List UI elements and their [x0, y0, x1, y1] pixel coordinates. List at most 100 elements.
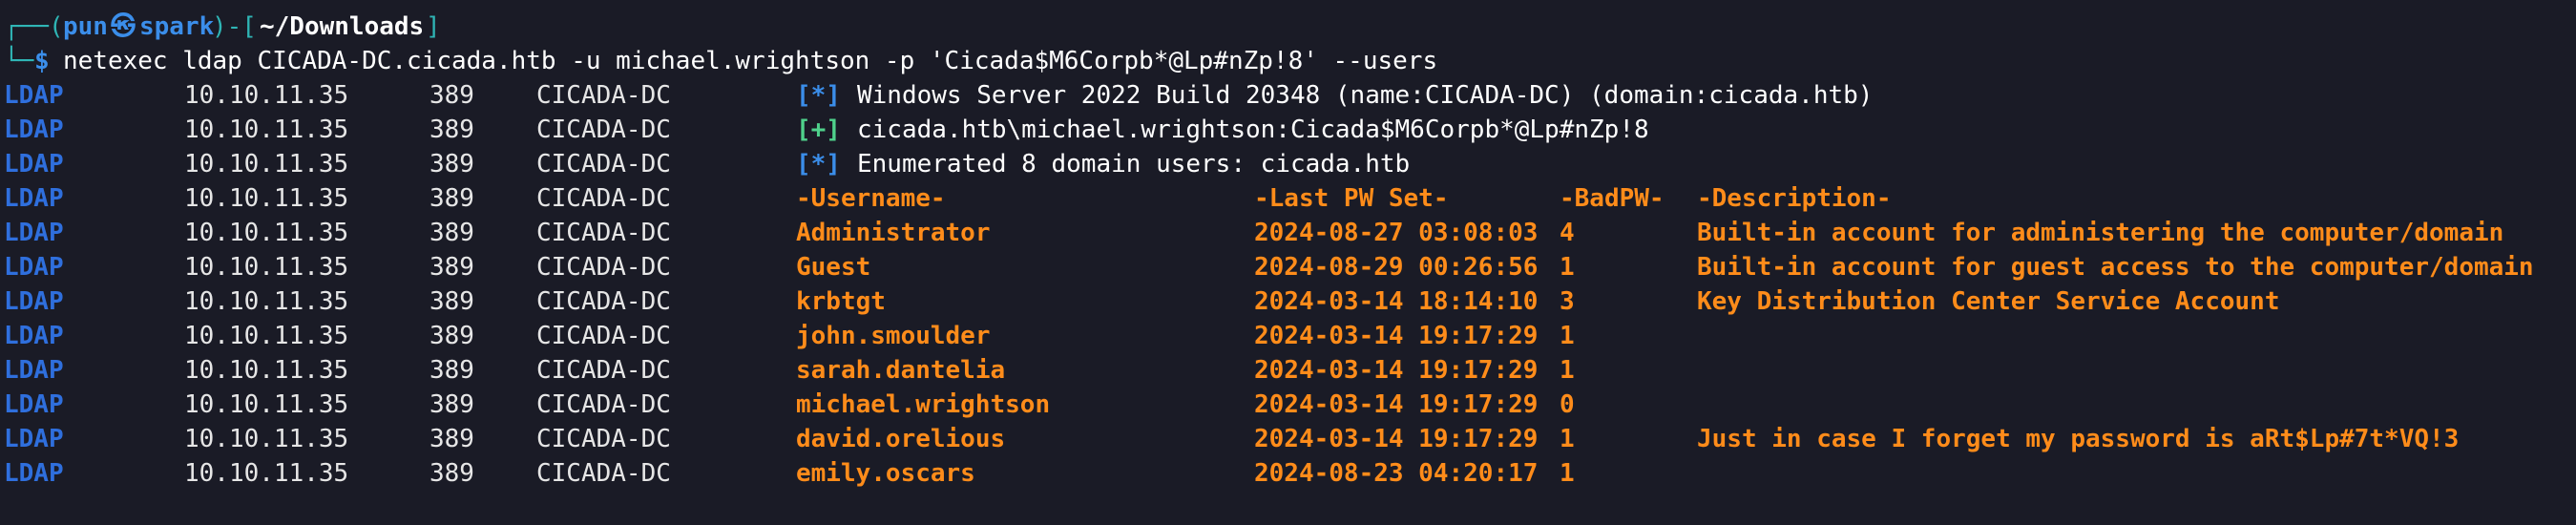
last-pw-set-cell: 2024-08-27 03:08:03 — [1254, 219, 1539, 247]
hostname: CICADA-DC — [536, 425, 671, 453]
port: 389 — [429, 219, 474, 247]
ip-address: 10.10.11.35 — [184, 253, 349, 282]
hostname: CICADA-DC — [536, 287, 671, 316]
terminal-window[interactable]: ┌──( pun ㉿ spark )-[ ~/Downloads ] └─ $ … — [0, 0, 2576, 510]
description-cell: Built-in account for administering the c… — [1697, 219, 2504, 247]
username-cell: michael.wrightson — [796, 390, 1051, 419]
description-cell: Just in case I forget my password is aRt… — [1697, 425, 2460, 453]
badpw-cell: 1 — [1560, 253, 1575, 282]
ip-address: 10.10.11.35 — [184, 322, 349, 350]
hostname: CICADA-DC — [536, 459, 671, 488]
command-line[interactable]: └─ $ netexec ldap CICADA-DC.cicada.htb -… — [0, 44, 1437, 78]
protocol-label: LDAP — [4, 390, 64, 419]
username-cell: krbtgt — [796, 287, 886, 316]
last-pw-set-cell: 2024-03-14 19:17:29 — [1254, 356, 1539, 385]
port: 389 — [429, 287, 474, 316]
username-cell: Guest — [796, 253, 871, 282]
port: 389 — [429, 390, 474, 419]
protocol-label: LDAP — [4, 356, 64, 385]
header-username: -Username- — [796, 184, 946, 213]
badpw-cell: 0 — [1560, 390, 1575, 419]
output-text: Enumerated 8 domain users: cicada.htb — [857, 150, 1411, 178]
ip-address: 10.10.11.35 — [184, 219, 349, 247]
command-text[interactable]: netexec ldap CICADA-DC.cicada.htb -u mic… — [63, 44, 1437, 78]
prompt-dollar: $ — [34, 47, 50, 75]
description-cell: Built-in account for guest access to the… — [1697, 253, 2534, 282]
last-pw-set-cell: 2024-08-23 04:20:17 — [1254, 459, 1539, 488]
hostname: CICADA-DC — [536, 150, 671, 178]
success-marker: [+] — [796, 116, 841, 144]
protocol-label: LDAP — [4, 287, 64, 316]
ip-address: 10.10.11.35 — [184, 390, 349, 419]
info-marker: [*] — [796, 81, 841, 110]
at-icon: ㉿ — [111, 12, 136, 41]
badpw-cell: 4 — [1560, 219, 1575, 247]
username-cell: emily.oscars — [796, 459, 975, 488]
port: 389 — [429, 356, 474, 385]
header-description: -Description- — [1697, 184, 1892, 213]
header-badpw: -BadPW- — [1560, 184, 1665, 213]
hostname: CICADA-DC — [536, 219, 671, 247]
port: 389 — [429, 459, 474, 488]
badpw-cell: 1 — [1560, 322, 1575, 350]
users-table-header: LDAP 10.10.11.35 389 CICADA-DC -Username… — [0, 181, 1892, 216]
port: 389 — [429, 322, 474, 350]
last-pw-set-cell: 2024-03-14 18:14:10 — [1254, 287, 1539, 316]
badpw-cell: 1 — [1560, 425, 1575, 453]
ip-address: 10.10.11.35 — [184, 287, 349, 316]
username-cell: Administrator — [796, 219, 991, 247]
ip-address: 10.10.11.35 — [184, 81, 349, 110]
output-text: cicada.htb\michael.wrightson:Cicada$M6Co… — [857, 116, 1649, 144]
port: 389 — [429, 425, 474, 453]
ip-address: 10.10.11.35 — [184, 184, 349, 213]
prompt-close: ] — [426, 12, 441, 41]
port: 389 — [429, 253, 474, 282]
last-pw-set-cell: 2024-03-14 19:17:29 — [1254, 425, 1539, 453]
port: 389 — [429, 81, 474, 110]
output-text: Windows Server 2022 Build 20348 (name:CI… — [857, 81, 1874, 110]
prompt-path: ~/Downloads — [260, 12, 425, 41]
ip-address: 10.10.11.35 — [184, 116, 349, 144]
username-cell: sarah.dantelia — [796, 356, 1006, 385]
prompt-mid: )-[ — [212, 12, 257, 41]
protocol-label: LDAP — [4, 184, 64, 213]
username-cell: david.orelious — [796, 425, 1006, 453]
description-cell: Key Distribution Center Service Account — [1697, 287, 2280, 316]
hostname: CICADA-DC — [536, 356, 671, 385]
last-pw-set-cell: 2024-08-29 00:26:56 — [1254, 253, 1539, 282]
badpw-cell: 1 — [1560, 459, 1575, 488]
ip-address: 10.10.11.35 — [184, 150, 349, 178]
prompt-user: pun — [63, 12, 108, 41]
protocol-label: LDAP — [4, 253, 64, 282]
hostname: CICADA-DC — [536, 116, 671, 144]
port: 389 — [429, 150, 474, 178]
last-pw-set-cell: 2024-03-14 19:17:29 — [1254, 390, 1539, 419]
last-pw-set-cell: 2024-03-14 19:17:29 — [1254, 322, 1539, 350]
protocol-label: LDAP — [4, 150, 64, 178]
hostname: CICADA-DC — [536, 390, 671, 419]
hostname: CICADA-DC — [536, 253, 671, 282]
ip-address: 10.10.11.35 — [184, 459, 349, 488]
username-cell: john.smoulder — [796, 322, 991, 350]
prompt-host: spark — [139, 12, 215, 41]
badpw-cell: 1 — [1560, 356, 1575, 385]
hostname: CICADA-DC — [536, 184, 671, 213]
protocol-label: LDAP — [4, 219, 64, 247]
badpw-cell: 3 — [1560, 287, 1575, 316]
protocol-label: LDAP — [4, 322, 64, 350]
protocol-label: LDAP — [4, 81, 64, 110]
info-marker: [*] — [796, 150, 841, 178]
hostname: CICADA-DC — [536, 81, 671, 110]
prompt-corner-top: ┌──( — [4, 12, 64, 41]
ip-address: 10.10.11.35 — [184, 425, 349, 453]
protocol-label: LDAP — [4, 116, 64, 144]
port: 389 — [429, 184, 474, 213]
header-last-pw-set: -Last PW Set- — [1254, 184, 1449, 213]
hostname: CICADA-DC — [536, 322, 671, 350]
protocol-label: LDAP — [4, 459, 64, 488]
protocol-label: LDAP — [4, 425, 64, 453]
prompt-corner-bottom: └─ — [4, 47, 34, 75]
ip-address: 10.10.11.35 — [184, 356, 349, 385]
port: 389 — [429, 116, 474, 144]
prompt-header: ┌──( pun ㉿ spark )-[ ~/Downloads ] — [0, 10, 441, 44]
